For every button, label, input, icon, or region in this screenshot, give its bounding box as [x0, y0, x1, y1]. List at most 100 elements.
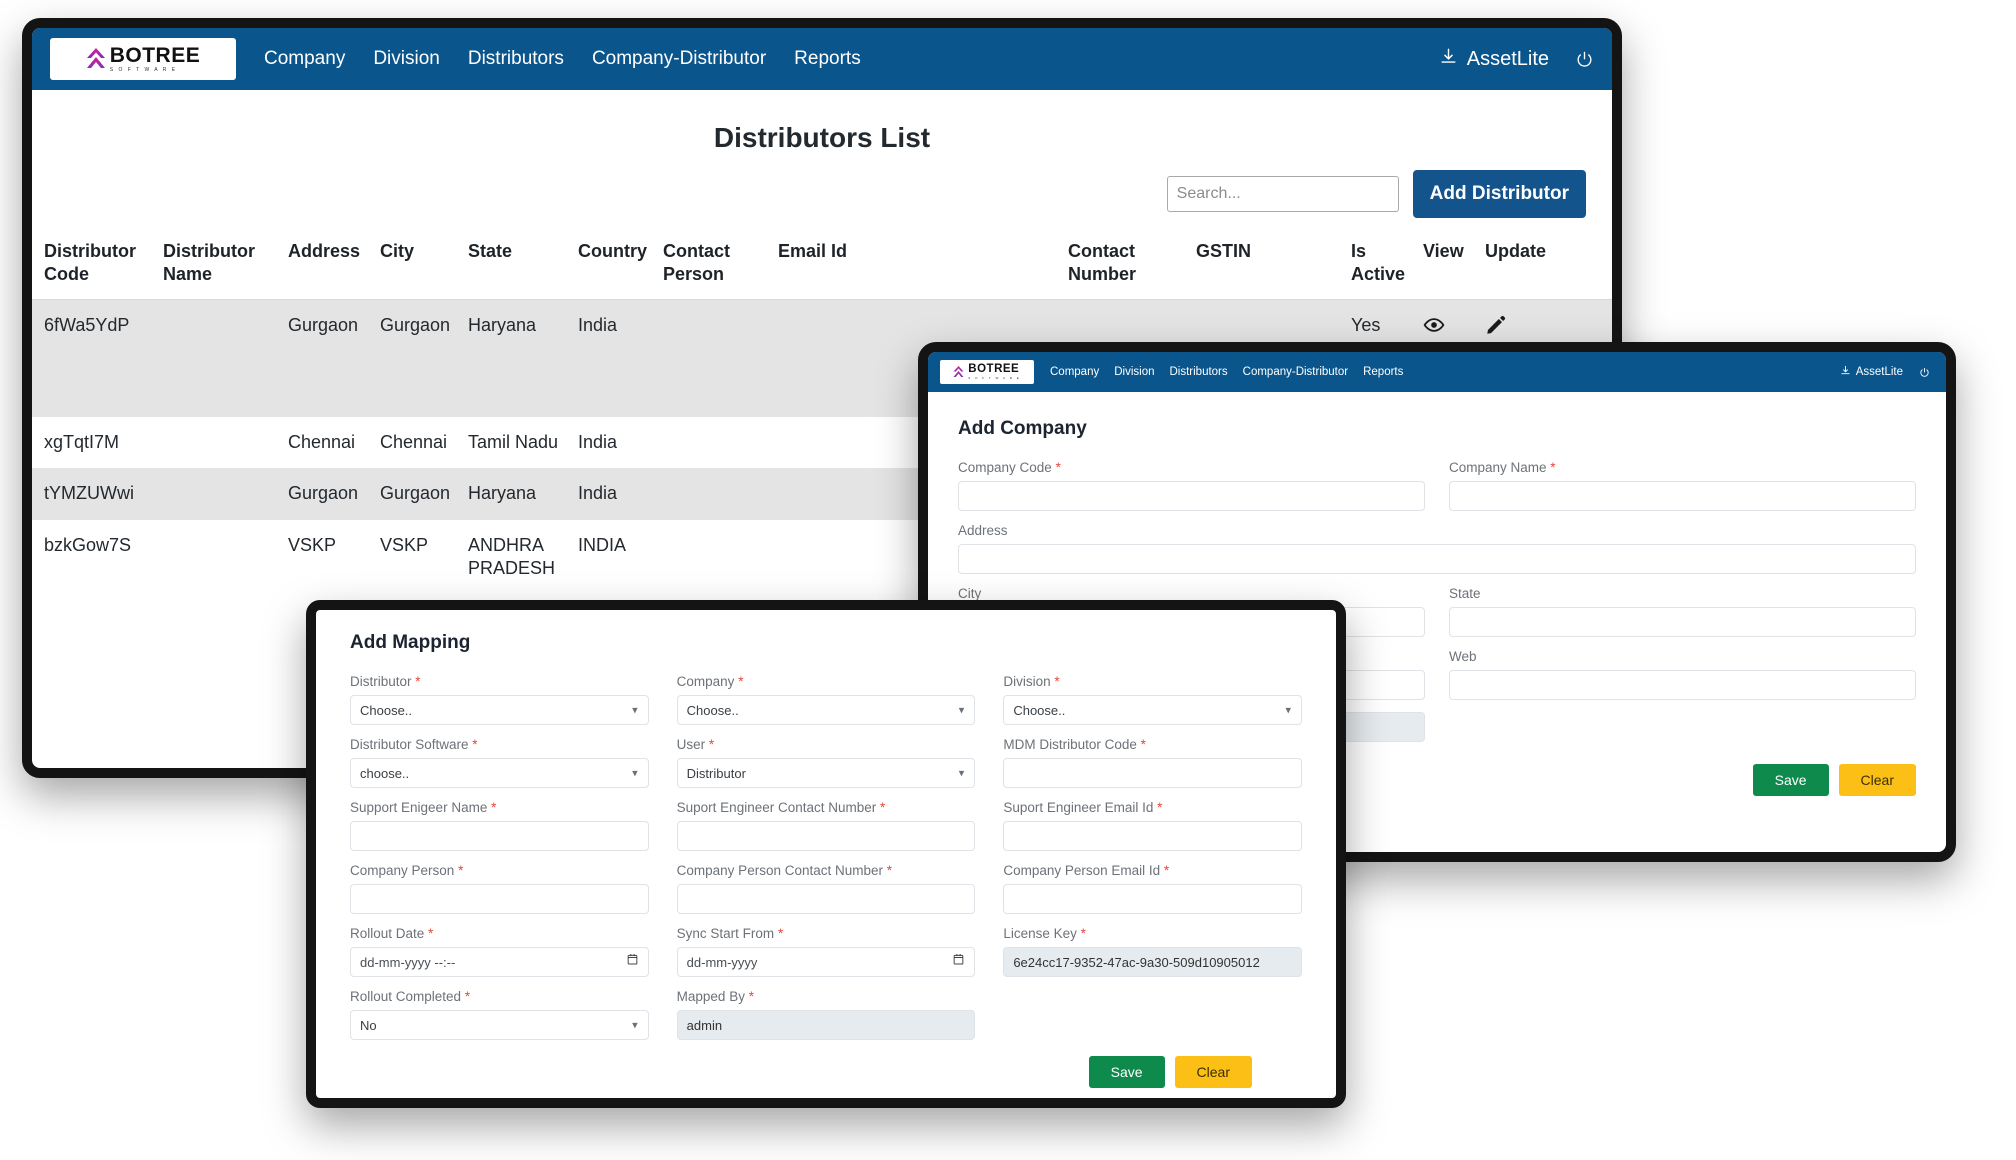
division-label: Division *: [1003, 674, 1060, 689]
required-marker: *: [734, 674, 744, 689]
company-web-label: Web: [1449, 649, 1477, 664]
mapped-by-field: Mapped By *: [676, 989, 976, 1040]
support-engineer-name-input[interactable]: [350, 821, 649, 851]
company-code-label: Company Code *: [958, 460, 1061, 475]
nav-link-company[interactable]: Company: [264, 48, 345, 70]
nav-link-reports[interactable]: Reports: [1363, 366, 1403, 378]
cell-state: Haryana: [468, 483, 537, 504]
nav-links: Company Division Distributors Company-Di…: [1050, 366, 1403, 378]
col-address: Address: [282, 232, 374, 300]
assetlite-label: AssetLite: [1855, 366, 1903, 378]
download-icon: [1439, 47, 1458, 72]
nav-link-company-distributor[interactable]: Company-Distributor: [1243, 366, 1348, 378]
company-address-field: Address: [958, 523, 1916, 574]
nav-link-division[interactable]: Division: [373, 48, 440, 70]
nav-link-division[interactable]: Division: [1114, 366, 1154, 378]
company-state-input[interactable]: [1449, 607, 1916, 637]
cell-state: Tamil Nadu: [468, 432, 559, 452]
mapping-save-button[interactable]: Save: [1088, 1056, 1165, 1088]
screenshot-root: BOTREE S O F T W A R E Company Division …: [0, 0, 2016, 1160]
company-name-input[interactable]: [1449, 481, 1916, 511]
mdm-distributor-code-label: MDM Distributor Code *: [1003, 737, 1146, 752]
assetlite-button[interactable]: AssetLite: [1439, 47, 1549, 72]
mapping-row-2: Distributor Software * ▾ User * ▾: [350, 737, 1302, 800]
company-code-input[interactable]: [958, 481, 1425, 511]
company-name-field: Company Name *: [1449, 460, 1916, 511]
required-marker: *: [1160, 863, 1170, 878]
required-marker: *: [1050, 674, 1060, 689]
cell-distributor-name: [157, 468, 282, 519]
navbar-company-window: BOTREE S O F T W A R E Company Division …: [928, 352, 1946, 392]
assetlite-button[interactable]: AssetLite: [1840, 365, 1903, 379]
add-mapping-form: Add Mapping Distributor * ▾ Company *: [316, 610, 1336, 1052]
distributor-software-select[interactable]: [350, 758, 649, 788]
required-marker: *: [1153, 800, 1163, 815]
company-row-1: Company Code * Company Name *: [958, 460, 1916, 523]
company-person-email-field: Company Person Email Id *: [1003, 863, 1302, 914]
mdm-distributor-code-input[interactable]: [1003, 758, 1302, 788]
company-person-contact-label: Company Person Contact Number *: [676, 863, 893, 878]
rollout-date-input[interactable]: [350, 947, 649, 977]
company-label: Company *: [676, 674, 744, 689]
nav-link-company[interactable]: Company: [1050, 366, 1099, 378]
license-key-input[interactable]: [1003, 947, 1302, 977]
botree-logo[interactable]: BOTREE S O F T W A R E: [50, 38, 236, 80]
cell-distributor-code: tYMZUWwi: [44, 483, 134, 504]
cell-country: India: [578, 483, 618, 504]
botree-logo[interactable]: BOTREE S O F T W A R E: [940, 360, 1034, 384]
company-clear-button[interactable]: Clear: [1838, 764, 1916, 796]
company-web-input[interactable]: [1449, 670, 1916, 700]
company-person-contact-field: Company Person Contact Number *: [676, 863, 976, 914]
cell-distributor-code: 6fWa5YdP: [44, 315, 130, 335]
company-state-label: State: [1449, 586, 1481, 601]
user-select[interactable]: [676, 758, 976, 788]
company-person-input[interactable]: [350, 884, 649, 914]
mapping-row-6: Rollout Completed * ▾ Mapped By *: [350, 989, 1302, 1052]
col-update: Update: [1479, 232, 1612, 300]
cell-contact-person: [657, 468, 772, 519]
required-marker: *: [1076, 926, 1086, 941]
power-icon[interactable]: [1575, 50, 1594, 69]
download-icon: [1840, 365, 1851, 379]
required-marker: *: [876, 800, 886, 815]
nav-link-company-distributor[interactable]: Company-Distributor: [592, 48, 766, 70]
required-marker: *: [774, 926, 784, 941]
distributor-field: Distributor * ▾: [350, 674, 649, 725]
mapping-clear-button[interactable]: Clear: [1174, 1056, 1252, 1088]
required-marker: *: [705, 737, 715, 752]
user-label: User *: [676, 737, 715, 752]
company-person-email-input[interactable]: [1003, 884, 1302, 914]
cell-contact-person: [657, 520, 772, 595]
cell-address: Gurgaon: [288, 483, 359, 504]
support-engineer-contact-input[interactable]: [676, 821, 976, 851]
license-key-field: License Key *: [1003, 926, 1302, 977]
rollout-completed-select[interactable]: [350, 1010, 649, 1040]
company-person-label: Company Person *: [350, 863, 464, 878]
rollout-completed-label: Rollout Completed *: [350, 989, 471, 1004]
license-key-label: License Key *: [1003, 926, 1086, 941]
company-address-input[interactable]: [958, 544, 1916, 574]
company-person-contact-input[interactable]: [676, 884, 976, 914]
required-marker: *: [1051, 460, 1061, 475]
col-contact-number: Contact Number: [1062, 232, 1190, 300]
division-select[interactable]: [1003, 695, 1302, 725]
support-engineer-email-input[interactable]: [1003, 821, 1302, 851]
search-input[interactable]: [1166, 176, 1399, 212]
add-distributor-button[interactable]: Add Distributor: [1412, 170, 1586, 218]
power-icon[interactable]: [1919, 367, 1930, 378]
nav-link-distributors[interactable]: Distributors: [468, 48, 564, 70]
botree-arrow-icon: [953, 365, 964, 379]
sync-start-from-input[interactable]: [676, 947, 976, 977]
nav-link-distributors[interactable]: Distributors: [1169, 366, 1227, 378]
cell-contact-person: [657, 300, 772, 418]
col-state: State: [462, 232, 572, 300]
company-state-field: State: [1449, 586, 1916, 637]
company-select[interactable]: [676, 695, 976, 725]
mapped-by-label: Mapped By *: [676, 989, 754, 1004]
nav-link-reports[interactable]: Reports: [794, 48, 861, 70]
company-web-field: Web: [1449, 649, 1916, 700]
mapped-by-input[interactable]: [676, 1010, 976, 1040]
distributor-select[interactable]: [350, 695, 649, 725]
company-save-button[interactable]: Save: [1752, 764, 1829, 796]
cell-distributor-code: xgTqtI7M: [44, 432, 120, 452]
